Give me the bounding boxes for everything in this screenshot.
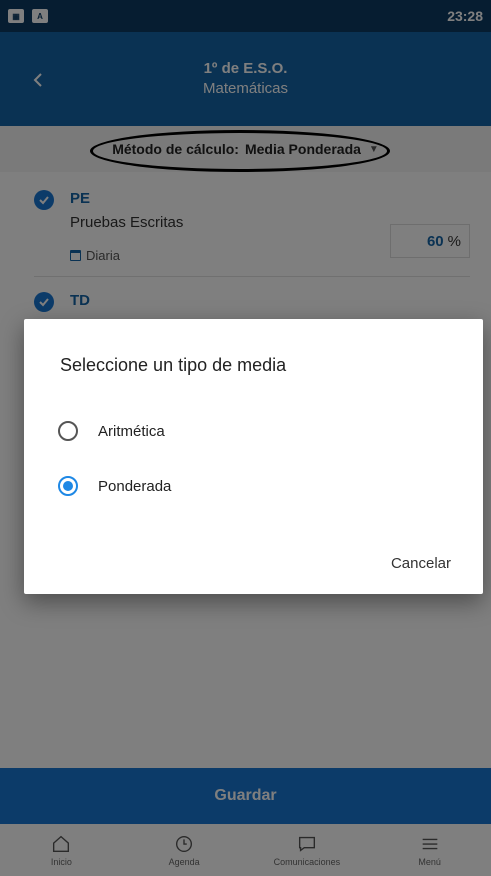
radio-checked-icon[interactable]: [58, 476, 78, 496]
option-aritmetica[interactable]: Aritmética: [58, 421, 165, 441]
cancel-button[interactable]: Cancelar: [391, 555, 451, 572]
radio-unchecked-icon[interactable]: [58, 421, 78, 441]
dialog-title: Seleccione un tipo de media: [60, 355, 287, 375]
option-label: Aritmética: [98, 422, 165, 440]
media-type-dialog: Seleccione un tipo de media Aritmética P…: [24, 319, 483, 594]
option-label: Ponderada: [98, 477, 172, 495]
option-ponderada[interactable]: Ponderada: [58, 476, 171, 496]
